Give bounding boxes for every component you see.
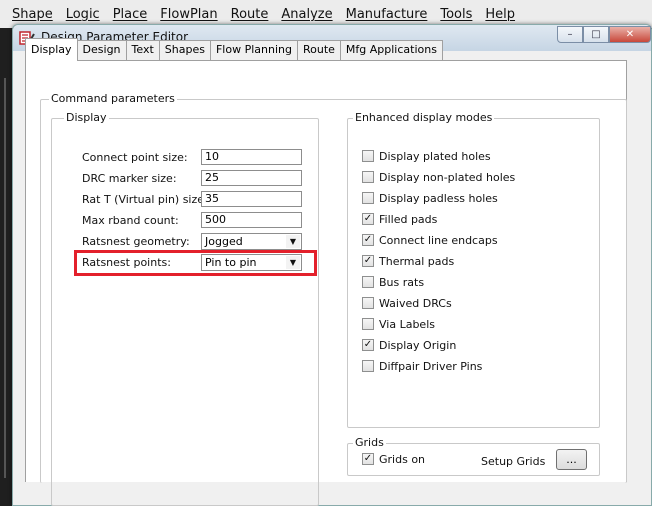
ratsnest-points-select[interactable]: Pin to pin ▼	[201, 254, 302, 271]
enhanced-display-modes-group: Enhanced display modes	[347, 111, 600, 428]
display-non-plated-holes-label: Display non-plated holes	[379, 171, 516, 184]
waived-drcs-checkbox[interactable]	[362, 297, 374, 309]
chevron-down-icon[interactable]: ▼	[286, 256, 300, 269]
menu-tools[interactable]: Tools	[440, 7, 472, 22]
display-non-plated-holes-checkbox[interactable]	[362, 171, 374, 183]
display-origin-label: Display Origin	[379, 339, 457, 352]
tab-strip: Display Design Text Shapes Flow Planning…	[25, 38, 443, 61]
diffpair-driver-pins-label: Diffpair Driver Pins	[379, 360, 483, 373]
display-plated-holes-checkbox[interactable]	[362, 150, 374, 162]
grids-group-label: Grids	[353, 436, 386, 449]
rat-t-size-input[interactable]: 35	[201, 191, 302, 207]
ratsnest-geometry-select[interactable]: Jogged ▼	[201, 233, 302, 250]
chevron-down-icon[interactable]: ▼	[286, 235, 300, 248]
thermal-pads-label: Thermal pads	[379, 255, 455, 268]
filled-pads-checkbox[interactable]: ✓	[362, 213, 374, 225]
connect-point-size-input[interactable]: 10	[201, 149, 302, 165]
minimize-button[interactable]: –	[557, 26, 583, 43]
grids-on-label: Grids on	[379, 453, 426, 466]
menu-analyze[interactable]: Analyze	[281, 7, 332, 22]
bus-rats-label: Bus rats	[379, 276, 425, 289]
tab-text[interactable]: Text	[125, 40, 160, 60]
enhanced-display-modes-label: Enhanced display modes	[353, 111, 495, 124]
via-labels-checkbox[interactable]	[362, 318, 374, 330]
filled-pads-label: Filled pads	[379, 213, 438, 226]
rat-t-size-label: Rat T (Virtual pin) size:	[82, 193, 208, 206]
diffpair-driver-pins-checkbox[interactable]	[362, 360, 374, 372]
thermal-pads-checkbox[interactable]: ✓	[362, 255, 374, 267]
max-rband-count-label: Max rband count:	[82, 214, 179, 227]
tab-shapes[interactable]: Shapes	[158, 40, 211, 60]
via-labels-label: Via Labels	[379, 318, 435, 331]
setup-grids-label: Setup Grids	[481, 455, 546, 468]
ratsnest-geometry-label: Ratsnest geometry:	[82, 235, 190, 248]
max-rband-count-input[interactable]: 500	[201, 212, 302, 228]
menu-route[interactable]: Route	[231, 7, 269, 22]
ratsnest-points-label: Ratsnest points:	[82, 256, 171, 269]
menu-logic[interactable]: Logic	[66, 7, 100, 22]
display-padless-holes-checkbox[interactable]	[362, 192, 374, 204]
tab-route[interactable]: Route	[296, 40, 341, 60]
grids-on-checkbox[interactable]: ✓	[362, 453, 374, 465]
display-group-label: Display	[64, 111, 109, 124]
setup-grids-button[interactable]: ...	[556, 449, 587, 470]
tab-design[interactable]: Design	[76, 40, 127, 60]
menu-manufacture[interactable]: Manufacture	[346, 7, 428, 22]
display-origin-checkbox[interactable]: ✓	[362, 339, 374, 351]
menu-flowplan[interactable]: FlowPlan	[160, 7, 217, 22]
connect-line-endcaps-checkbox[interactable]: ✓	[362, 234, 374, 246]
drc-marker-size-input[interactable]: 25	[201, 170, 302, 186]
menu-place[interactable]: Place	[113, 7, 148, 22]
menu-help[interactable]: Help	[485, 7, 515, 22]
display-plated-holes-label: Display plated holes	[379, 150, 491, 163]
bus-rats-checkbox[interactable]	[362, 276, 374, 288]
command-parameters-label: Command parameters	[49, 92, 177, 105]
display-padless-holes-label: Display padless holes	[379, 192, 498, 205]
menu-shape[interactable]: Shape	[12, 7, 53, 22]
connect-line-endcaps-label: Connect line endcaps	[379, 234, 498, 247]
ratsnest-points-value: Pin to pin	[205, 256, 257, 269]
close-button[interactable]: ✕	[609, 26, 651, 43]
drc-marker-size-label: DRC marker size:	[82, 172, 177, 185]
tab-display[interactable]: Display	[25, 38, 78, 61]
tab-mfg-applications[interactable]: Mfg Applications	[339, 40, 443, 60]
ratsnest-geometry-value: Jogged	[205, 235, 243, 248]
display-tab-panel: Command parameters Display Connect point…	[25, 60, 627, 506]
waived-drcs-label: Waived DRCs	[379, 297, 452, 310]
connect-point-size-label: Connect point size:	[82, 151, 188, 164]
background-canvas-strip	[0, 28, 12, 506]
maximize-button[interactable]: □	[583, 26, 609, 43]
tab-flow-planning[interactable]: Flow Planning	[209, 40, 298, 60]
